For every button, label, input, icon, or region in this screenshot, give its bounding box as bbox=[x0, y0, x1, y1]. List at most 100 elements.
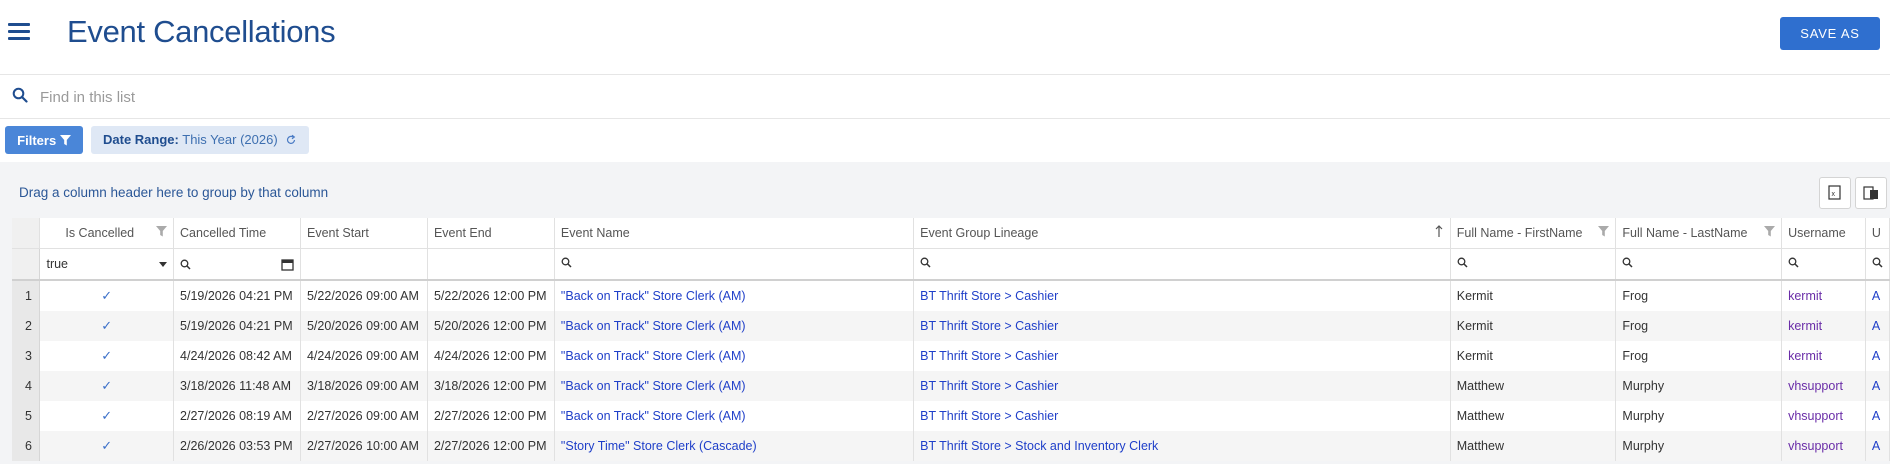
u-cell-link[interactable]: A bbox=[1865, 341, 1890, 371]
is-cancelled-filter[interactable]: true bbox=[39, 248, 175, 281]
event-group-lineage-link-text[interactable]: BT Thrift Store > Stock and Inventory Cl… bbox=[920, 439, 1158, 453]
event-group-lineage-link-text[interactable]: BT Thrift Store > Cashier bbox=[920, 289, 1058, 303]
event-name-link[interactable]: "Back on Track" Store Clerk (AM) bbox=[554, 311, 915, 341]
username-link[interactable]: kermit bbox=[1781, 280, 1866, 311]
search-input[interactable] bbox=[38, 84, 642, 110]
u-cell-link[interactable]: A bbox=[1865, 280, 1890, 311]
u-cell-link[interactable]: A bbox=[1865, 371, 1890, 401]
u-cell-link[interactable]: A bbox=[1865, 311, 1890, 341]
table-row[interactable]: 1 ✓ 5/19/2026 04:21 PM 5/22/2026 09:00 AM 5/… bbox=[12, 280, 1890, 311]
event-group-lineage-link[interactable]: BT Thrift Store > Cashier bbox=[913, 280, 1451, 311]
u-filter[interactable] bbox=[1865, 248, 1890, 281]
username-link-text[interactable]: kermit bbox=[1788, 289, 1822, 303]
row-number-header bbox=[12, 218, 41, 249]
first-name-filter[interactable] bbox=[1450, 248, 1617, 281]
username-filter[interactable] bbox=[1781, 248, 1866, 281]
event-name-link-text[interactable]: "Back on Track" Store Clerk (AM) bbox=[561, 349, 746, 363]
first-name-cell: Kermit bbox=[1450, 311, 1617, 341]
username-link[interactable]: vhsupport bbox=[1781, 371, 1866, 401]
username-link[interactable]: vhsupport bbox=[1781, 431, 1866, 461]
event-group-lineage-link[interactable]: BT Thrift Store > Cashier bbox=[913, 371, 1451, 401]
username-link-text[interactable]: vhsupport bbox=[1788, 409, 1843, 423]
event-name-link[interactable]: "Story Time" Store Clerk (Cascade) bbox=[554, 431, 915, 461]
column-header-event-end[interactable]: Event End bbox=[427, 218, 555, 249]
reset-icon[interactable] bbox=[285, 134, 297, 146]
column-header-first-name[interactable]: Full Name - FirstName bbox=[1450, 218, 1617, 249]
header-row: Is Cancelled Cancelled Time Event Start … bbox=[12, 218, 1890, 249]
u-cell-link-text[interactable]: A bbox=[1872, 379, 1880, 393]
export-excel-button[interactable]: x bbox=[1819, 177, 1851, 209]
username-link-text[interactable]: vhsupport bbox=[1788, 439, 1843, 453]
u-cell-link-text[interactable]: A bbox=[1872, 349, 1880, 363]
filters-button[interactable]: Filters bbox=[5, 126, 83, 154]
username-link-text[interactable]: kermit bbox=[1788, 349, 1822, 363]
event-group-lineage-link[interactable]: BT Thrift Store > Cashier bbox=[913, 311, 1451, 341]
event-start-filter[interactable] bbox=[300, 248, 428, 281]
last-name-filter[interactable] bbox=[1615, 248, 1783, 281]
event-name-link-text[interactable]: "Back on Track" Store Clerk (AM) bbox=[561, 409, 746, 423]
event-name-link[interactable]: "Back on Track" Store Clerk (AM) bbox=[554, 280, 915, 311]
column-header-u[interactable]: U bbox=[1865, 218, 1890, 249]
funnel-icon bbox=[59, 134, 71, 145]
column-header-username[interactable]: Username bbox=[1781, 218, 1866, 249]
column-header-is-cancelled[interactable]: Is Cancelled bbox=[39, 218, 175, 249]
column-header-event-name[interactable]: Event Name bbox=[554, 218, 915, 249]
table-row[interactable]: 5 ✓ 2/27/2026 08:19 AM 2/27/2026 09:00 AM 2/… bbox=[12, 401, 1890, 431]
save-as-button[interactable]: SAVE AS bbox=[1780, 17, 1880, 50]
column-header-event-start[interactable]: Event Start bbox=[300, 218, 428, 249]
u-cell-link-text[interactable]: A bbox=[1872, 439, 1880, 453]
search-icon bbox=[12, 87, 28, 103]
event-name-filter[interactable] bbox=[554, 248, 915, 281]
hamburger-menu-icon[interactable] bbox=[8, 23, 30, 41]
event-end-filter[interactable] bbox=[427, 248, 555, 281]
search-bar bbox=[0, 75, 1890, 119]
column-chooser-button[interactable] bbox=[1855, 177, 1887, 209]
event-name-link-text[interactable]: "Back on Track" Store Clerk (AM) bbox=[561, 289, 746, 303]
username-link[interactable]: kermit bbox=[1781, 311, 1866, 341]
u-cell-link[interactable]: A bbox=[1865, 431, 1890, 461]
first-name-cell: Kermit bbox=[1450, 341, 1617, 371]
event-name-link-text[interactable]: "Back on Track" Store Clerk (AM) bbox=[561, 319, 746, 333]
username-link[interactable]: vhsupport bbox=[1781, 401, 1866, 431]
last-name-cell: Frog bbox=[1615, 280, 1783, 311]
calendar-icon[interactable] bbox=[281, 258, 294, 271]
event-name-link[interactable]: "Back on Track" Store Clerk (AM) bbox=[554, 371, 915, 401]
username-link-text[interactable]: kermit bbox=[1788, 319, 1822, 333]
column-header-event-group-lineage[interactable]: Event Group Lineage bbox=[913, 218, 1451, 249]
username-link[interactable]: kermit bbox=[1781, 341, 1866, 371]
column-header-cancelled-time[interactable]: Cancelled Time bbox=[173, 218, 301, 249]
event-name-link[interactable]: "Back on Track" Store Clerk (AM) bbox=[554, 401, 915, 431]
column-filter-icon[interactable] bbox=[1764, 226, 1776, 237]
event-name-link-text[interactable]: "Story Time" Store Clerk (Cascade) bbox=[561, 439, 757, 453]
row-number: 5 bbox=[12, 401, 41, 431]
column-filter-icon[interactable] bbox=[156, 226, 168, 237]
event-group-lineage-link[interactable]: BT Thrift Store > Stock and Inventory Cl… bbox=[913, 431, 1451, 461]
event-name-link-text[interactable]: "Back on Track" Store Clerk (AM) bbox=[561, 379, 746, 393]
table-row[interactable]: 3 ✓ 4/24/2026 08:42 AM 4/24/2026 09:00 AM 4/… bbox=[12, 341, 1890, 371]
cancelled-time-filter[interactable] bbox=[173, 248, 301, 281]
u-cell-link-text[interactable]: A bbox=[1872, 319, 1880, 333]
u-cell-link-text[interactable]: A bbox=[1872, 289, 1880, 303]
username-link-text[interactable]: vhsupport bbox=[1788, 379, 1843, 393]
column-filter-icon[interactable] bbox=[1598, 226, 1610, 237]
date-range-chip[interactable]: Date Range: This Year (2026) bbox=[91, 126, 310, 154]
table-row[interactable]: 6 ✓ 2/26/2026 03:53 PM 2/27/2026 10:00 AM 2/… bbox=[12, 431, 1890, 461]
group-by-hint: Drag a column header here to group by th… bbox=[19, 185, 329, 200]
table-row[interactable]: 2 ✓ 5/19/2026 04:21 PM 5/20/2026 09:00 AM 5/… bbox=[12, 311, 1890, 341]
event-group-lineage-link-text[interactable]: BT Thrift Store > Cashier bbox=[920, 409, 1058, 423]
row-number: 3 bbox=[12, 341, 41, 371]
is-cancelled-cell: ✓ bbox=[39, 341, 175, 371]
column-header-last-name[interactable]: Full Name - LastName bbox=[1615, 218, 1783, 249]
event-group-lineage-link-text[interactable]: BT Thrift Store > Cashier bbox=[920, 379, 1058, 393]
event-group-lineage-link-text[interactable]: BT Thrift Store > Cashier bbox=[920, 349, 1058, 363]
table-row[interactable]: 4 ✓ 3/18/2026 11:48 AM 3/18/2026 09:00 AM 3/… bbox=[12, 371, 1890, 401]
event-group-lineage-link-text[interactable]: BT Thrift Store > Cashier bbox=[920, 319, 1058, 333]
event-group-lineage-link[interactable]: BT Thrift Store > Cashier bbox=[913, 401, 1451, 431]
lineage-filter[interactable] bbox=[913, 248, 1451, 281]
u-cell-link[interactable]: A bbox=[1865, 401, 1890, 431]
chevron-down-icon bbox=[159, 261, 168, 267]
event-group-lineage-link[interactable]: BT Thrift Store > Cashier bbox=[913, 341, 1451, 371]
u-cell-link-text[interactable]: A bbox=[1872, 409, 1880, 423]
event-name-link[interactable]: "Back on Track" Store Clerk (AM) bbox=[554, 341, 915, 371]
sort-ascending-icon[interactable] bbox=[1434, 225, 1444, 238]
